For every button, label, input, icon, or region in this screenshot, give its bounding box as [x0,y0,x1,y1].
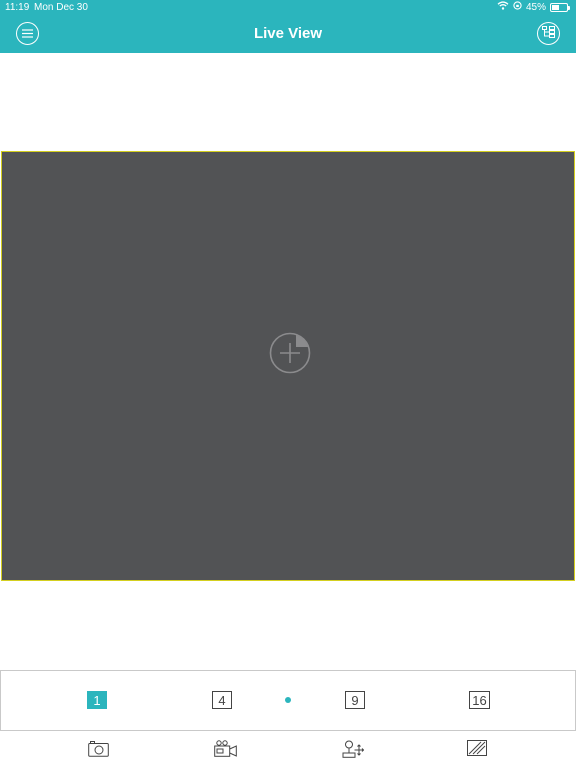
battery-percent: 45% [525,1,546,13]
snapshot-button[interactable] [88,740,109,762]
wifi-icon [497,1,509,13]
status-time: 11:19 [5,2,30,13]
layout-9-label: 9 [351,693,358,708]
layout-selector: 1 4 9 16 [0,670,576,731]
add-camera-button[interactable] [268,331,312,375]
page-indicator [285,697,291,703]
top-bar: 11:19 Mon Dec 30 45% Live View [0,0,576,53]
layout-1-button[interactable]: 1 [87,691,107,709]
snapshot-icon [88,741,109,761]
device-list-button[interactable] [537,22,560,45]
image-settings-button[interactable] [467,740,487,761]
layout-4-button[interactable]: 4 [212,691,232,709]
bottom-toolbar [0,734,576,768]
ptz-icon [342,740,365,762]
layout-9-button[interactable]: 9 [345,691,365,709]
status-right: 45% [497,1,570,13]
page-title: Live View [253,25,323,42]
orientation-lock-icon [513,1,522,13]
status-date: Mon Dec 30 [34,2,88,13]
layout-16-button[interactable]: 16 [469,691,490,709]
layout-16-label: 16 [472,693,486,708]
battery-icon [550,2,570,12]
add-camera-icon [268,332,312,379]
image-settings-icon [467,740,487,760]
ptz-button[interactable] [342,740,365,763]
record-button[interactable] [214,740,237,762]
device-tree-icon [542,25,555,43]
record-icon [214,740,237,761]
layout-1-label: 1 [93,693,100,708]
layout-4-label: 4 [218,693,225,708]
status-bar: 11:19 Mon Dec 30 45% [0,0,576,16]
battery-level [552,4,560,10]
